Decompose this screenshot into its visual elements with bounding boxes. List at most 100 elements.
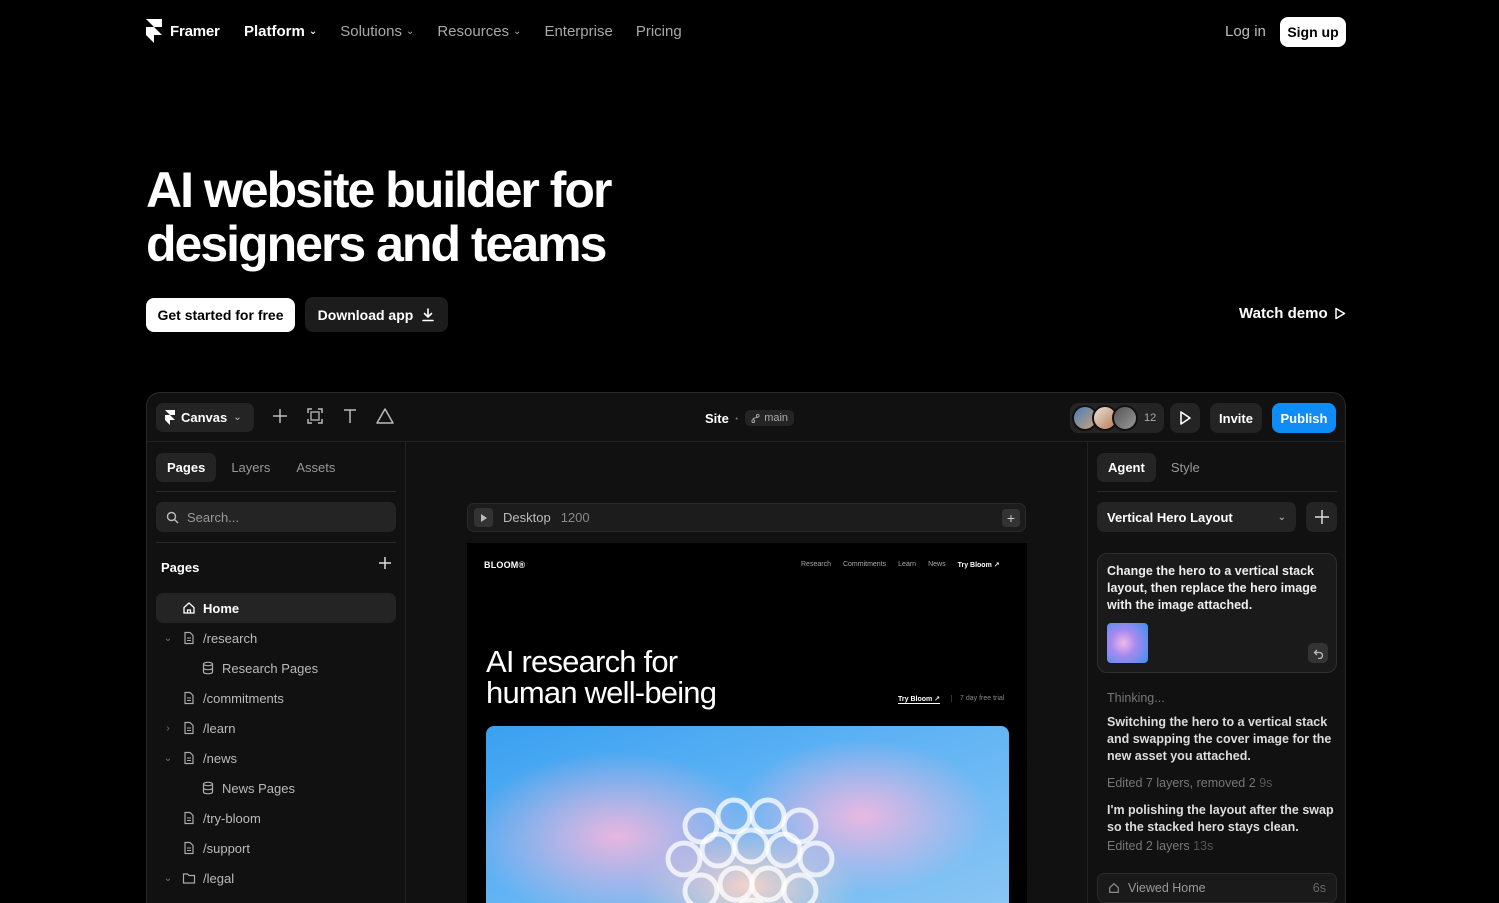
folder-icon <box>182 873 196 884</box>
nav-item-platform[interactable]: Platform ⌄ <box>244 23 317 40</box>
chevron-down-icon[interactable]: ⌄ <box>161 633 175 644</box>
breakpoint-name: Desktop <box>503 510 551 525</box>
download-app-label: Download app <box>317 306 414 323</box>
divider <box>1097 491 1337 492</box>
site-nav-item[interactable]: Learn <box>898 561 916 569</box>
get-started-button[interactable]: Get started for free <box>146 298 295 332</box>
new-thread-button[interactable] <box>1306 502 1337 532</box>
page-label: /learn <box>203 720 236 736</box>
page-label: /research <box>203 630 258 646</box>
user-message-text: Change the hero to a vertical stack layo… <box>1107 564 1317 612</box>
preview-button[interactable] <box>1170 403 1200 433</box>
framer-logo[interactable]: Framer <box>146 19 220 43</box>
download-icon <box>422 307 435 321</box>
edit-summary-text: Edited 7 layers, removed 2 <box>1107 776 1256 790</box>
site-hero-image[interactable] <box>486 726 1009 903</box>
invite-button[interactable]: Invite <box>1210 403 1262 433</box>
site-nav: Research Commitments Learn News Try Bloo… <box>801 561 1000 569</box>
branch-icon <box>751 413 760 423</box>
tab-assets[interactable]: Assets <box>285 453 346 482</box>
page-item-try-bloom[interactable]: /try-bloom <box>156 803 396 833</box>
chevron-right-icon[interactable]: › <box>161 723 175 734</box>
download-app-button[interactable]: Download app <box>305 297 448 332</box>
site-nav-cta[interactable]: Try Bloom ↗ <box>958 561 1000 569</box>
thread-select[interactable]: Vertical Hero Layout ⌄ <box>1097 502 1296 532</box>
viewed-page-item[interactable]: Viewed Home 6s <box>1097 873 1337 903</box>
site-nav-item[interactable]: News <box>928 561 946 569</box>
viewed-time: 6s <box>1312 881 1326 895</box>
site-try-link[interactable]: Try Bloom ↗ <box>898 695 941 704</box>
nav-item-solutions[interactable]: Solutions ⌄ <box>340 23 414 40</box>
tab-pages[interactable]: Pages <box>156 453 217 482</box>
page-item-learn[interactable]: › /learn <box>156 713 396 743</box>
top-nav: Framer Platform ⌄ Solutions ⌄ Resources ⌄ E… <box>0 0 1499 64</box>
page-item-home[interactable]: Home <box>156 593 396 623</box>
signup-button[interactable]: Sign up <box>1280 17 1346 47</box>
framer-logo-icon <box>146 19 162 43</box>
undo-button[interactable] <box>1308 643 1328 663</box>
nav-item-pricing[interactable]: Pricing <box>636 23 682 40</box>
editor-preview: Canvas ⌄ Site · main 12 Invite Publish P… <box>146 392 1346 903</box>
rings-graphic <box>665 797 835 903</box>
branch-badge[interactable]: main <box>745 410 795 426</box>
page-icon <box>184 751 194 765</box>
page-label: News Pages <box>222 780 295 796</box>
text-tool-icon[interactable] <box>341 407 359 425</box>
site-hero-title-line: AI research for <box>486 644 678 679</box>
collaborator-count: 12 <box>1144 412 1157 424</box>
watch-demo-label: Watch demo <box>1239 305 1328 322</box>
play-icon <box>481 513 487 522</box>
page-item-support[interactable]: /support <box>156 833 396 863</box>
canvas-menu-button[interactable]: Canvas ⌄ <box>156 403 254 432</box>
site-frame[interactable]: BLOOM® Research Commitments Learn News T… <box>467 543 1027 903</box>
publish-button[interactable]: Publish <box>1272 403 1336 433</box>
site-hero-title-line: human well-being <box>486 675 717 710</box>
page-item-research[interactable]: ⌄ /research <box>156 623 396 653</box>
page-item-news[interactable]: ⌄ /news <box>156 743 396 773</box>
page-icon <box>184 811 194 825</box>
frame-tool-icon[interactable] <box>306 407 324 425</box>
viewed-label: Viewed Home <box>1128 881 1206 895</box>
canvas-area[interactable]: Desktop 1200 + BLOOM® Research Commitmen… <box>406 442 1087 903</box>
add-breakpoint-button[interactable]: + <box>1002 509 1020 527</box>
breakpoint-bar[interactable]: Desktop 1200 + <box>467 503 1026 532</box>
site-breadcrumb[interactable]: Site · main <box>705 410 795 426</box>
tab-style[interactable]: Style <box>1160 453 1211 482</box>
left-panel: Pages Layers Assets Search... Pages Home… <box>147 442 406 903</box>
page-icon <box>184 841 194 855</box>
insert-tool-icon[interactable] <box>271 407 289 425</box>
pages-search-input[interactable]: Search... <box>156 502 396 532</box>
vector-tool-icon[interactable] <box>375 407 395 425</box>
pages-heading: Pages <box>161 560 200 575</box>
page-label: Research Pages <box>222 660 319 676</box>
attached-image-thumbnail[interactable] <box>1107 623 1148 663</box>
page-item-legal[interactable]: ⌄ /legal <box>156 863 396 893</box>
site-nav-item[interactable]: Research <box>801 561 831 569</box>
left-tabs: Pages Layers Assets <box>156 453 346 482</box>
edit-summary-text: Edited 2 layers <box>1107 839 1190 853</box>
watch-demo-link[interactable]: Watch demo <box>1239 305 1346 322</box>
page-icon <box>184 691 194 705</box>
page-tree: Home ⌄ /research Research Pages /commitm… <box>156 593 396 893</box>
login-link[interactable]: Log in <box>1225 23 1266 40</box>
page-item-research-pages[interactable]: Research Pages <box>156 653 396 683</box>
collaborators[interactable]: 12 <box>1070 403 1165 433</box>
chevron-down-icon[interactable]: ⌄ <box>161 873 175 884</box>
site-hero-title: AI research for human well-being <box>486 644 717 710</box>
play-icon <box>1334 307 1345 320</box>
add-page-button[interactable] <box>379 557 391 569</box>
preview-frame-button[interactable] <box>474 508 493 527</box>
site-trial-text: 7 day free trial <box>951 695 1004 702</box>
tab-agent[interactable]: Agent <box>1097 453 1156 482</box>
nav-item-resources[interactable]: Resources ⌄ <box>437 23 521 40</box>
nav-item-label: Platform <box>244 23 305 40</box>
chevron-down-icon[interactable]: ⌄ <box>161 753 175 764</box>
site-nav-item[interactable]: Commitments <box>843 561 886 569</box>
page-item-commitments[interactable]: /commitments <box>156 683 396 713</box>
page-item-news-pages[interactable]: News Pages <box>156 773 396 803</box>
nav-item-label: Enterprise <box>544 23 613 40</box>
tab-layers[interactable]: Layers <box>220 453 281 482</box>
nav-item-enterprise[interactable]: Enterprise <box>544 23 612 40</box>
site-brand: BLOOM® <box>484 560 526 570</box>
divider <box>156 542 396 543</box>
